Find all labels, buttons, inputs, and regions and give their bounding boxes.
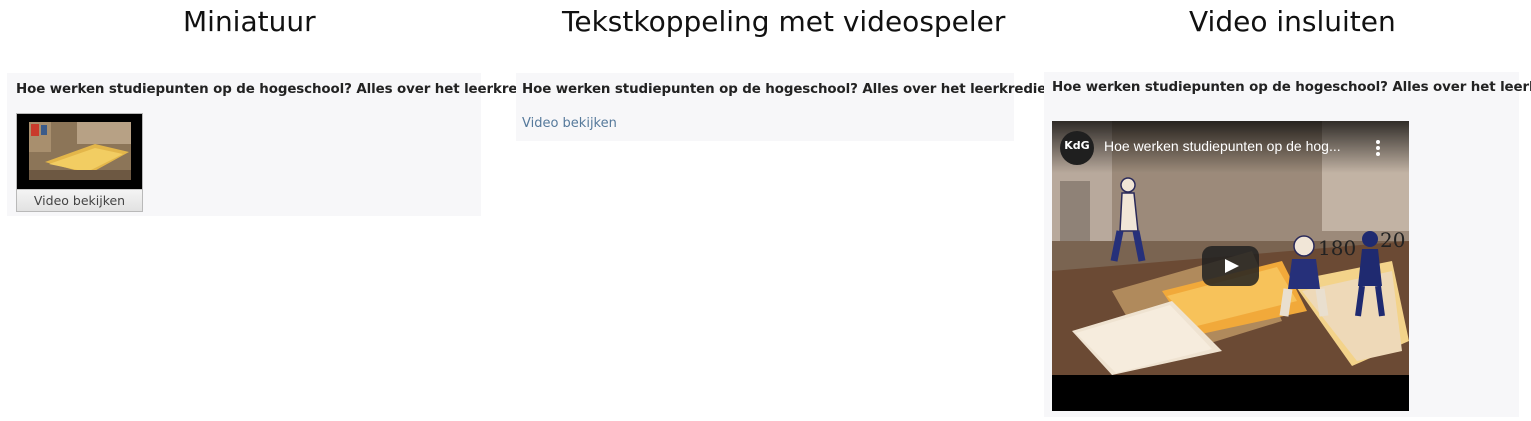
video-player[interactable]: 180 20 KdG Hoe werken studiepunten op de… <box>1052 121 1409 411</box>
more-vert-icon[interactable] <box>1373 140 1383 158</box>
thumbnail-watch-button[interactable]: Video bekijken <box>17 189 142 211</box>
video-number-180: 180 <box>1318 236 1356 260</box>
channel-logo[interactable]: KdG <box>1060 131 1094 165</box>
watch-video-link[interactable]: Video bekijken <box>522 116 617 131</box>
video-number-20: 20 <box>1380 228 1405 252</box>
video-title[interactable]: Hoe werken studiepunten op de hog... <box>1104 138 1341 154</box>
embed-panel-title: Hoe werken studiepunten op de hogeschool… <box>1052 80 1531 95</box>
heading-tekstkoppeling: Tekstkoppeling met videospeler <box>562 5 1006 38</box>
thumbnail-panel-title: Hoe werken studiepunten op de hogeschool… <box>16 82 553 97</box>
heading-video-insluiten: Video insluiten <box>1189 5 1396 38</box>
text-link-panel-title: Hoe werken studiepunten op de hogeschool… <box>522 82 1059 97</box>
heading-miniatuur: Miniatuur <box>183 5 316 38</box>
thumbnail-image[interactable] <box>17 114 142 189</box>
video-thumbnail[interactable]: Video bekijken <box>16 113 143 212</box>
play-icon[interactable] <box>1202 246 1259 286</box>
